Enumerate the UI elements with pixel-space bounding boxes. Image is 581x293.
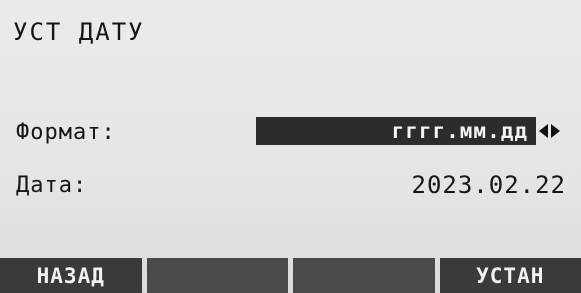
screen-title: УСТ ДАТУ bbox=[13, 18, 145, 46]
left-right-arrows-icon[interactable] bbox=[538, 117, 561, 145]
device-screen: УСТ ДАТУ Формат: гггг.мм.дд Дата: 2023.0… bbox=[0, 0, 581, 293]
format-value: гггг.мм.дд bbox=[391, 119, 528, 143]
set-softkey[interactable]: УСТАН bbox=[439, 258, 581, 293]
arrow-left-icon bbox=[539, 124, 548, 138]
softkey-3[interactable] bbox=[293, 258, 435, 293]
softkey-bar: НАЗАД УСТАН bbox=[0, 258, 581, 293]
softkey-2[interactable] bbox=[146, 258, 288, 293]
date-label: Дата: bbox=[16, 173, 88, 198]
format-selector[interactable]: гггг.мм.дд bbox=[256, 117, 536, 145]
date-value[interactable]: 2023.02.22 bbox=[412, 171, 567, 199]
format-label: Формат: bbox=[16, 120, 116, 145]
back-softkey[interactable]: НАЗАД bbox=[0, 258, 142, 293]
arrow-right-icon bbox=[551, 124, 560, 138]
